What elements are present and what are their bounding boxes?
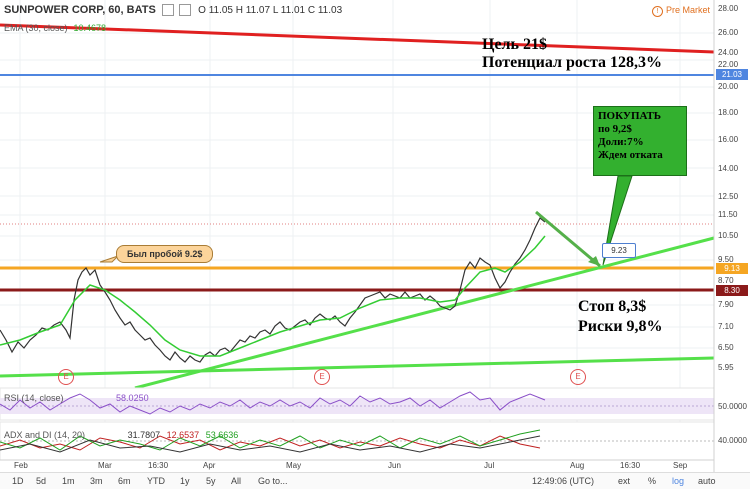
price-axis-label: 6.50: [718, 343, 734, 352]
price-axis-label: 28.00: [718, 4, 739, 13]
price-tag-orange[interactable]: 9.13: [716, 263, 748, 274]
timeframe-bar: 1D 5d 1m 3m 6m YTD 1y 5y All Go to... 12…: [0, 472, 750, 489]
price-axis-label: 26.00: [718, 28, 739, 37]
chart-header: SUNPOWER CORP, 60, BATS O 11.05 H 11.07 …: [4, 4, 343, 17]
breakout-callout[interactable]: Был пробой 9.2$: [116, 245, 214, 263]
time-axis-label: 16:30: [620, 461, 641, 470]
target-annotation-line1[interactable]: Цель 21$: [482, 36, 547, 54]
earnings-marker[interactable]: E: [314, 369, 330, 385]
toggle-log[interactable]: log: [672, 476, 684, 486]
ema-value: 10.4678: [73, 23, 107, 33]
earnings-marker[interactable]: E: [570, 369, 586, 385]
price-axis-label: 14.00: [718, 164, 739, 173]
buy-line-4: Ждем отката: [598, 149, 663, 161]
price-axis-label: 5.95: [718, 363, 734, 372]
time-axis-label: Apr: [203, 461, 216, 470]
chart-canvas[interactable]: [0, 0, 750, 488]
range-5y[interactable]: 5y: [206, 476, 216, 486]
range-1y[interactable]: 1y: [180, 476, 190, 486]
range-3m[interactable]: 3m: [90, 476, 103, 486]
range-5d[interactable]: 5d: [36, 476, 46, 486]
adx-value-2: 12.6537: [166, 430, 200, 440]
utc-clock[interactable]: 12:49:06 (UTC): [532, 476, 594, 486]
rsi-value: 58.0250: [116, 393, 149, 403]
earnings-marker[interactable]: E: [58, 369, 74, 385]
price-axis-label: 7.90: [718, 300, 734, 309]
time-axis-label: 16:30: [148, 461, 169, 470]
price-axis-label: 16.00: [718, 135, 739, 144]
buy-signal-box[interactable]: ПОКУПАТЬ по 9,2$ Доли:7% Ждем отката: [593, 106, 687, 176]
price-axis-label: 7.10: [718, 322, 734, 331]
buy-line-2: по 9,2$: [598, 123, 632, 135]
header-icons: [159, 4, 195, 17]
buy-line-3: Доли:7%: [598, 136, 644, 148]
symbol-title[interactable]: SUNPOWER CORP, 60, BATS: [4, 4, 156, 16]
rsi-axis-label: 50.0000: [718, 402, 747, 411]
time-axis-label: Feb: [14, 461, 28, 470]
price-axis-label: 11.50: [718, 210, 738, 219]
ema-legend[interactable]: EMA (30, close) 10.4678: [4, 23, 106, 33]
ohlc-values: O 11.05 H 11.07 L 11.01 C 11.03: [198, 5, 343, 16]
rsi-legend[interactable]: RSI (14, close) 58.0250: [4, 393, 149, 403]
price-axis-label: 18.00: [718, 108, 739, 117]
goto-button[interactable]: Go to...: [258, 476, 288, 486]
price-axis-label: 12.50: [718, 192, 739, 201]
price-tag-923[interactable]: 9.23: [602, 243, 636, 258]
range-all[interactable]: All: [231, 476, 241, 486]
clock-icon: !: [652, 6, 663, 17]
range-ytd[interactable]: YTD: [147, 476, 165, 486]
price-tag-stop[interactable]: 8.30: [716, 285, 748, 296]
premarket-label: Pre Market: [666, 5, 711, 15]
toggle-percent[interactable]: %: [648, 476, 656, 486]
adx-axis-label: 40.0000: [718, 436, 747, 445]
price-axis-label: 10.50: [718, 231, 739, 240]
time-axis-label: Sep: [673, 461, 688, 470]
price-axis-label: 8.70: [718, 276, 734, 285]
adx-label: ADX and DI (14, 20): [4, 430, 86, 440]
toggle-auto[interactable]: auto: [698, 476, 716, 486]
price-tag-blue[interactable]: 21.03: [716, 69, 748, 80]
toggle-ext[interactable]: ext: [618, 476, 630, 486]
buy-line-1: ПОКУПАТЬ: [598, 110, 662, 122]
settings-icon[interactable]: [161, 4, 174, 17]
stop-annotation-line1[interactable]: Стоп 8,3$: [578, 298, 646, 316]
adx-value-3: 53.6636: [205, 430, 239, 440]
time-axis-label: Jul: [484, 461, 495, 470]
range-6m[interactable]: 6m: [118, 476, 131, 486]
adx-value-1: 31.7807: [127, 430, 161, 440]
adx-legend[interactable]: ADX and DI (14, 20) 31.7807 12.6537 53.6…: [4, 430, 238, 440]
time-axis-label: Jun: [388, 461, 401, 470]
rsi-label: RSI (14, close): [4, 393, 64, 403]
price-axis-label: 20.00: [718, 82, 739, 91]
target-annotation-line2[interactable]: Потенциал роста 128,3%: [482, 54, 662, 72]
ema-label: EMA (30, close): [4, 23, 68, 33]
stop-annotation-line2[interactable]: Риски 9,8%: [578, 318, 663, 336]
premarket-indicator[interactable]: ! Pre Market: [652, 5, 710, 17]
price-axis-label: 22.00: [718, 60, 739, 69]
price-axis-label: 24.00: [718, 48, 739, 57]
time-axis-label: Mar: [98, 461, 112, 470]
range-1d[interactable]: 1D: [12, 476, 24, 486]
compare-icon[interactable]: [179, 4, 192, 17]
range-1m[interactable]: 1m: [62, 476, 75, 486]
time-axis-label: Aug: [570, 461, 585, 470]
time-axis-label: May: [286, 461, 302, 470]
